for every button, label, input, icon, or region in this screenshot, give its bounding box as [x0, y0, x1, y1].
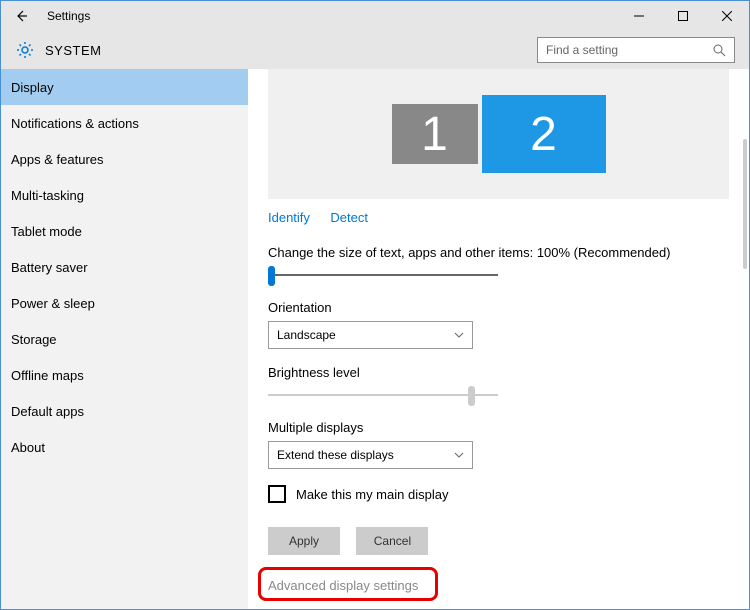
brightness-setting: Brightness level [268, 365, 729, 404]
sidebar-item-display[interactable]: Display [1, 69, 248, 105]
orientation-setting: Orientation Landscape [268, 300, 729, 349]
maximize-button[interactable] [661, 1, 705, 31]
gear-icon [15, 40, 35, 60]
monitor-1[interactable]: 1 [392, 104, 478, 164]
chevron-down-icon [454, 332, 464, 338]
multiple-displays-label: Multiple displays [268, 420, 729, 435]
multiple-displays-setting: Multiple displays Extend these displays [268, 420, 729, 469]
close-button[interactable] [705, 1, 749, 31]
sidebar-item-about[interactable]: About [1, 429, 248, 465]
section-title: SYSTEM [45, 43, 101, 58]
titlebar: Settings [1, 1, 749, 31]
detect-link[interactable]: Detect [330, 210, 368, 225]
sidebar-item-multitasking[interactable]: Multi-tasking [1, 177, 248, 213]
brightness-slider[interactable] [268, 386, 498, 404]
sidebar-item-storage[interactable]: Storage [1, 321, 248, 357]
advanced-display-link[interactable]: Advanced display settings [268, 578, 418, 593]
text-size-label: Change the size of text, apps and other … [268, 245, 729, 260]
multiple-displays-select[interactable]: Extend these displays [268, 441, 473, 469]
sidebar-item-tablet[interactable]: Tablet mode [1, 213, 248, 249]
search-icon [713, 44, 726, 57]
main-panel: 1 2 Identify Detect Change the size of t… [248, 69, 749, 609]
text-size-setting: Change the size of text, apps and other … [268, 245, 729, 284]
window-controls [617, 1, 749, 31]
sidebar-item-power[interactable]: Power & sleep [1, 285, 248, 321]
monitor-arrangement[interactable]: 1 2 [268, 69, 729, 199]
sidebar-item-apps[interactable]: Apps & features [1, 141, 248, 177]
search-placeholder: Find a setting [546, 43, 618, 57]
minimize-button[interactable] [617, 1, 661, 31]
sidebar-item-offline-maps[interactable]: Offline maps [1, 357, 248, 393]
apply-button[interactable]: Apply [268, 527, 340, 555]
cancel-button[interactable]: Cancel [356, 527, 428, 555]
orientation-label: Orientation [268, 300, 729, 315]
sidebar: Display Notifications & actions Apps & f… [1, 69, 248, 609]
monitor-2[interactable]: 2 [482, 95, 606, 173]
brightness-label: Brightness level [268, 365, 729, 380]
sidebar-item-default-apps[interactable]: Default apps [1, 393, 248, 429]
back-button[interactable] [9, 4, 33, 28]
button-row: Apply Cancel [268, 527, 729, 555]
identify-link[interactable]: Identify [268, 210, 310, 225]
content: Display Notifications & actions Apps & f… [1, 69, 749, 609]
sidebar-item-battery[interactable]: Battery saver [1, 249, 248, 285]
scrollbar[interactable] [743, 139, 747, 269]
main-display-row: Make this my main display [268, 485, 729, 503]
main-display-label: Make this my main display [296, 487, 448, 502]
text-size-slider[interactable] [268, 266, 498, 284]
search-input[interactable]: Find a setting [537, 37, 735, 63]
orientation-select[interactable]: Landscape [268, 321, 473, 349]
chevron-down-icon [454, 452, 464, 458]
main-display-checkbox[interactable] [268, 485, 286, 503]
window-title: Settings [47, 9, 90, 23]
header: SYSTEM Find a setting [1, 31, 749, 69]
monitor-links: Identify Detect [268, 209, 729, 227]
sidebar-item-notifications[interactable]: Notifications & actions [1, 105, 248, 141]
